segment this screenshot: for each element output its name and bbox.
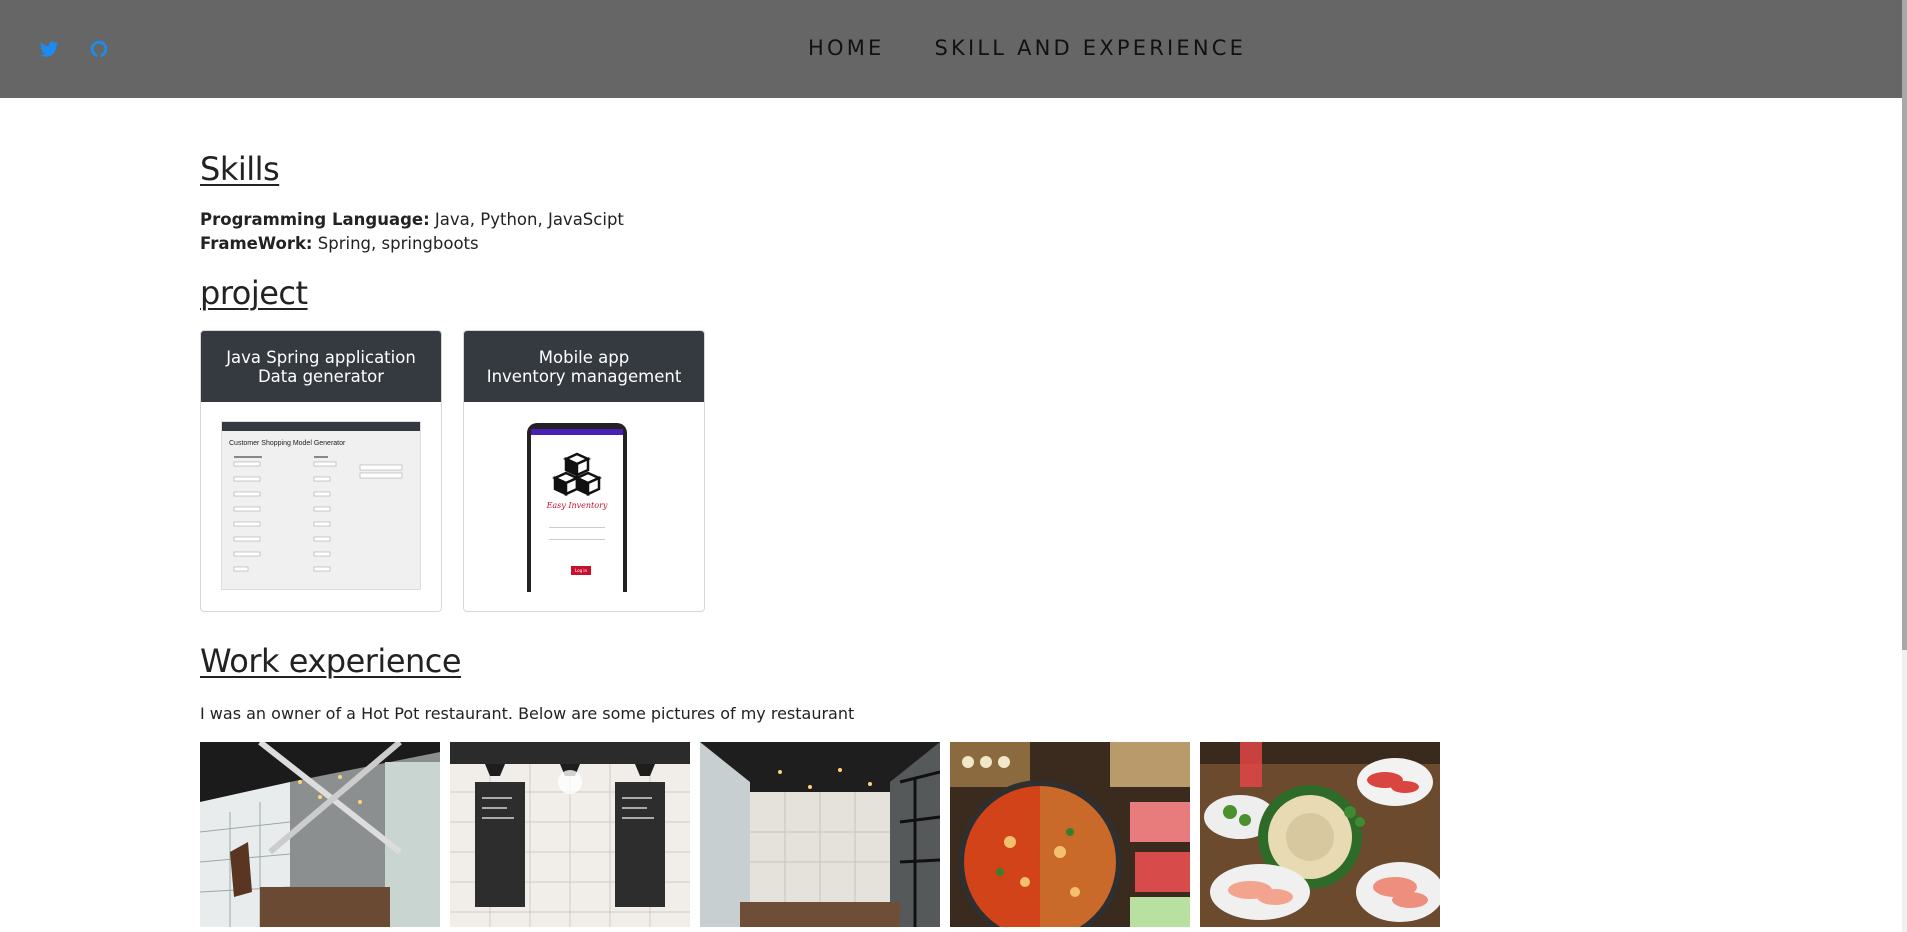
card-title-line2: Data generator <box>257 366 385 386</box>
card-body: Customer Shopping Model Generator <box>201 402 441 611</box>
card-title-line1: Java Spring application <box>226 347 416 367</box>
project-card-data-generator[interactable]: Java Spring application Data generator C… <box>200 330 442 612</box>
framework-value: Spring, springboots <box>312 234 479 253</box>
navbar: HOME SKILL AND EXPERIENCE <box>0 0 1907 98</box>
phone-status-bar <box>531 429 623 435</box>
restaurant-menu-wall-photo <box>450 742 690 927</box>
main-content: Skills Programming Language: Java, Pytho… <box>200 150 1500 927</box>
card-header: Java Spring application Data generator <box>201 331 441 402</box>
card-body: Easy Inventory Log in <box>464 402 704 611</box>
restaurant-dining-hall-photo <box>700 742 940 927</box>
programming-language-label: Programming Language: <box>200 210 430 229</box>
github-icon[interactable] <box>88 38 110 60</box>
programming-language-value: Java, Python, JavaScipt <box>429 210 624 229</box>
skills-heading: Skills <box>200 150 280 188</box>
twitter-icon[interactable] <box>38 38 60 60</box>
screenshot-topbar <box>222 422 420 431</box>
password-field <box>549 539 605 540</box>
login-button: Log in <box>571 566 591 575</box>
hotpot-table-photo <box>1200 742 1440 927</box>
project-heading: project <box>200 274 308 312</box>
skills-list: Programming Language: Java, Python, Java… <box>200 208 1500 256</box>
boxes-logo-icon <box>552 452 602 496</box>
nav-home-link[interactable]: HOME <box>808 36 885 60</box>
hotpot-dishes-photo <box>950 742 1190 927</box>
restaurant-interior-photo <box>200 742 440 927</box>
email-field <box>549 527 605 528</box>
project-cards: Java Spring application Data generator C… <box>200 330 1500 612</box>
phone-mockup: Easy Inventory Log in <box>527 423 627 592</box>
data-generator-screenshot: Customer Shopping Model Generator <box>221 421 421 590</box>
work-description: I was an owner of a Hot Pot restaurant. … <box>200 704 855 723</box>
framework-label: FrameWork: <box>200 234 313 253</box>
scrollbar-thumb[interactable] <box>1902 0 1907 650</box>
restaurant-photos <box>200 742 1500 927</box>
nav-skill-experience-link[interactable]: SKILL AND EXPERIENCE <box>935 36 1247 60</box>
card-title-line1: Mobile app <box>538 347 630 367</box>
card-header: Mobile app Inventory management <box>464 331 704 402</box>
phone-screen: Easy Inventory Log in <box>531 429 623 592</box>
screenshot-title: Customer Shopping Model Generator <box>229 440 346 447</box>
work-experience-heading: Work experience <box>200 642 462 680</box>
screenshot-form-graphic <box>233 456 403 572</box>
programming-language-line: Programming Language: Java, Python, Java… <box>200 208 1500 232</box>
card-title-line2: Inventory management <box>486 366 682 386</box>
framework-line: FrameWork: Spring, springboots <box>200 232 1500 256</box>
nav-links: HOME SKILL AND EXPERIENCE <box>808 36 1246 60</box>
project-card-inventory-management[interactable]: Mobile app Inventory management Easy Inv… <box>463 330 705 612</box>
app-name: Easy Inventory <box>546 501 608 510</box>
